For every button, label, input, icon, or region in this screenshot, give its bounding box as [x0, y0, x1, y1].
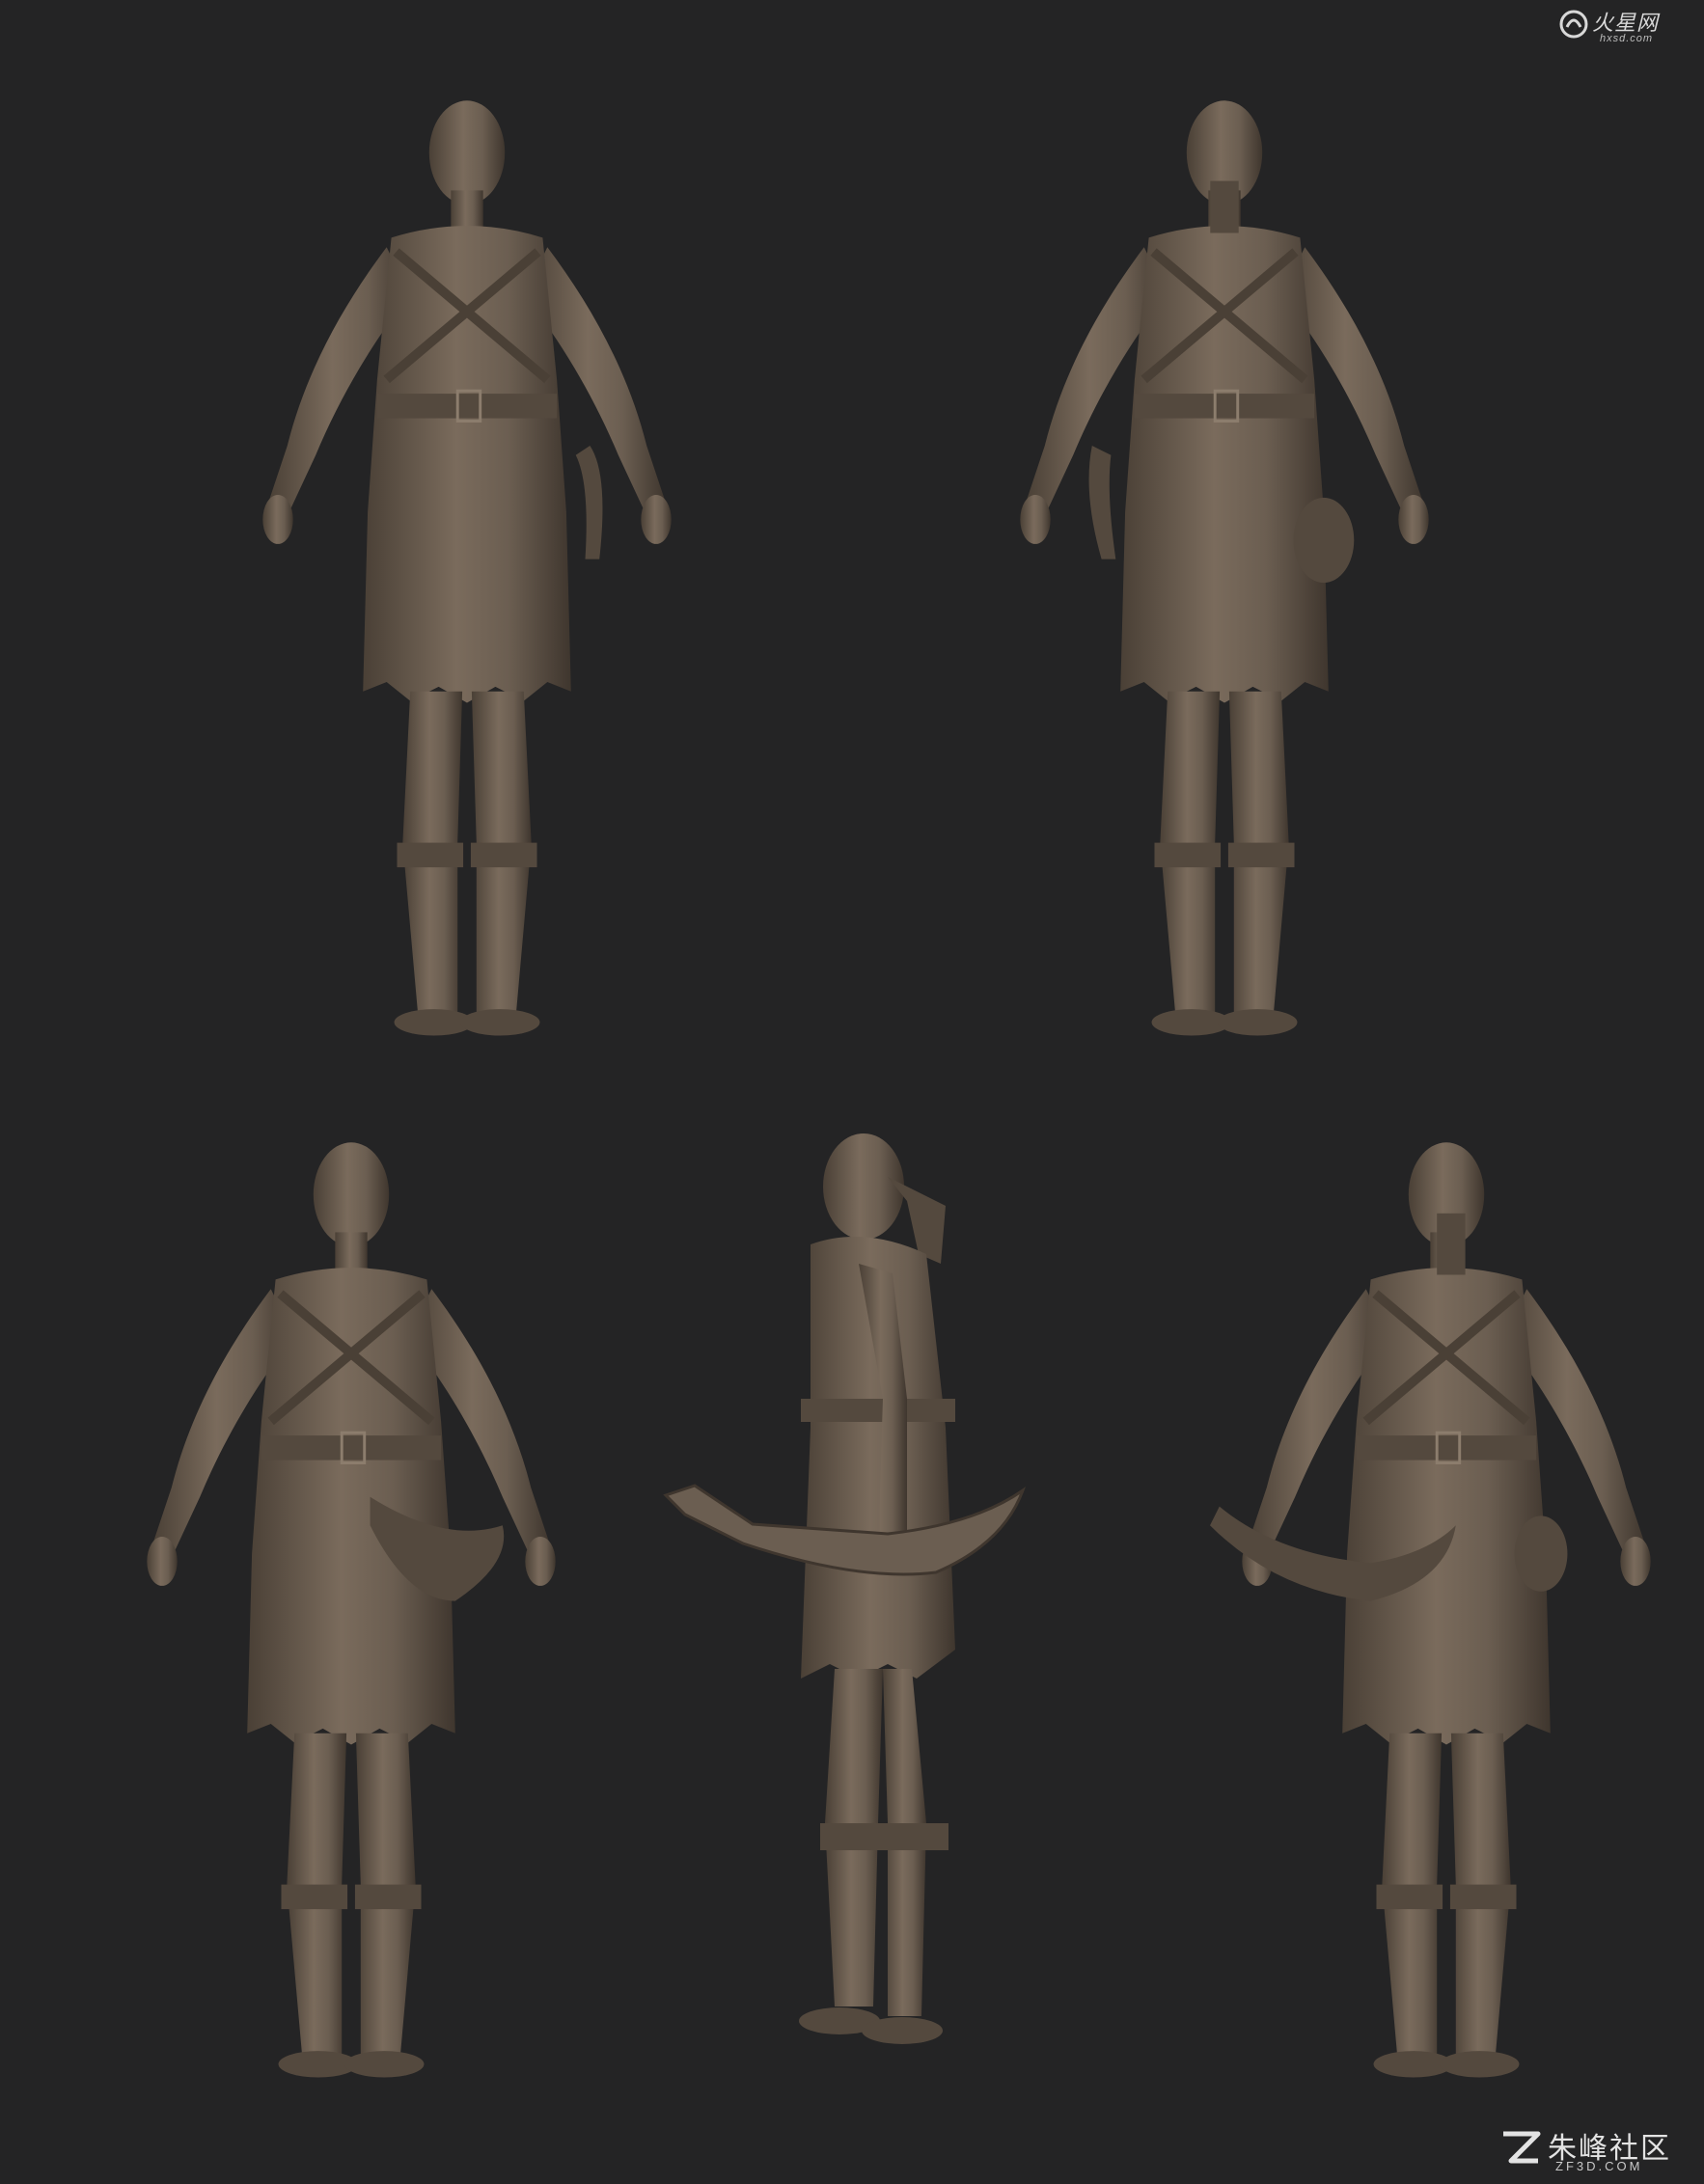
watermark-hxsd: 火星网 hxsd.com — [1557, 6, 1683, 50]
watermark-url-bottom: ZF3D.COM — [1555, 2159, 1643, 2173]
watermark-zf3d: 朱峰社区 ZF3D.COM — [1499, 2122, 1692, 2176]
figure-three-quarter-back-view — [1210, 1142, 1651, 2077]
figure-front-view — [262, 100, 671, 1035]
sculpt-canvas — [0, 0, 1704, 2184]
figure-three-quarter-front-view — [147, 1142, 555, 2077]
watermark-url: hxsd.com — [1600, 33, 1654, 44]
figure-back-view — [1020, 100, 1428, 1035]
zf3d-logo-icon — [1503, 2131, 1541, 2164]
hxsd-logo-icon — [1559, 10, 1588, 39]
figure-side-profile-view — [663, 1133, 1027, 2044]
